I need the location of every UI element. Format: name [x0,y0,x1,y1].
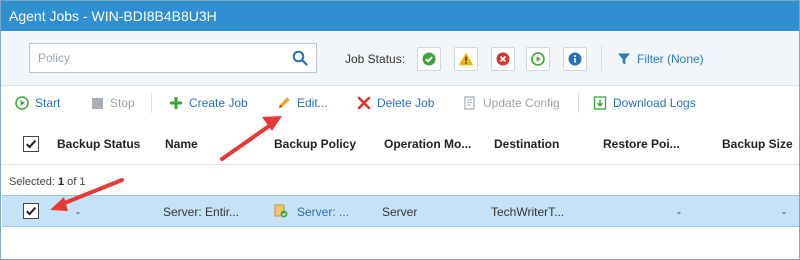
edit-button[interactable]: Edit... [277,94,328,112]
update-config-button[interactable]: Update Config [463,94,560,112]
cell-operation-mode: Server [382,205,418,219]
cell-backup-policy-link[interactable]: Server: ... [297,205,349,219]
status-failed-button[interactable] [491,47,515,71]
filter-label: Filter (None) [637,52,704,66]
download-icon [593,96,607,110]
table-row[interactable]: - Server: Entir... Server: ... Server Te… [2,195,799,227]
running-icon [531,52,545,66]
edit-label: Edit... [297,96,328,110]
download-logs-label: Download Logs [613,96,696,110]
search-input[interactable] [30,44,280,72]
column-backup-status[interactable]: Backup Status [57,137,140,151]
update-config-icon [464,96,475,110]
play-icon [15,96,29,110]
row-checkbox[interactable] [23,203,39,219]
cell-backup-size: - [782,205,786,219]
column-destination[interactable]: Destination [494,137,559,151]
start-button[interactable]: Start [15,94,60,112]
table-header: Backup Status Name Backup Policy Operati… [1,123,799,165]
failed-icon [496,52,510,66]
status-running-button[interactable] [526,47,550,71]
column-backup-policy[interactable]: Backup Policy [274,137,356,151]
selection-suffix: of 1 [67,176,86,188]
delete-job-button[interactable]: Delete Job [357,94,434,112]
delete-job-label: Delete Job [377,96,435,110]
cell-restore-points: - [677,205,681,219]
column-restore-points[interactable]: Restore Poi... [603,137,680,151]
status-filter-divider [601,45,602,71]
selection-summary: Selected: 1 of 1 [9,176,85,188]
cell-destination: TechWriterT... [491,205,565,219]
update-config-label: Update Config [483,96,560,110]
success-icon [422,52,436,66]
search-box[interactable] [29,43,317,73]
info-icon [568,52,582,66]
stop-icon [92,97,103,109]
policy-icon [274,204,288,218]
selection-prefix: Selected: [9,176,55,188]
stop-button[interactable]: Stop [91,94,135,112]
cell-name: Server: Entir... [163,205,240,219]
column-name[interactable]: Name [165,137,198,151]
start-label: Start [35,96,61,110]
search-icon[interactable] [292,50,308,66]
status-success-button[interactable] [417,47,441,71]
select-all-checkbox[interactable] [23,136,39,152]
stop-label: Stop [110,96,135,110]
pencil-icon [279,97,290,108]
selection-count: 1 [57,176,65,188]
status-info-button[interactable] [563,47,587,71]
filter-bar: Job Status: Filter (None) [1,31,799,86]
plus-icon [170,97,182,109]
warning-icon [458,52,474,66]
filter-button[interactable]: Filter (None) [617,50,704,68]
column-operation-mode[interactable]: Operation Mo... [384,137,471,151]
checkmark-icon [26,139,37,149]
checkmark-icon [26,206,37,216]
funnel-icon [618,53,630,65]
create-job-button[interactable]: Create Job [169,94,248,112]
column-backup-size[interactable]: Backup Size [722,137,793,151]
create-job-label: Create Job [189,96,248,110]
job-status-label: Job Status: [345,52,406,66]
toolbar-divider [578,93,579,113]
delete-x-icon [357,96,371,110]
cell-backup-status: - [76,205,80,219]
download-logs-button[interactable]: Download Logs [593,94,696,112]
status-warning-button[interactable] [454,47,478,71]
agent-jobs-window: Agent Jobs - WIN-BDI8B4B8U3H Job Status: [0,0,800,260]
window-title: Agent Jobs - WIN-BDI8B4B8U3H [1,1,799,31]
toolbar-divider [151,93,152,113]
